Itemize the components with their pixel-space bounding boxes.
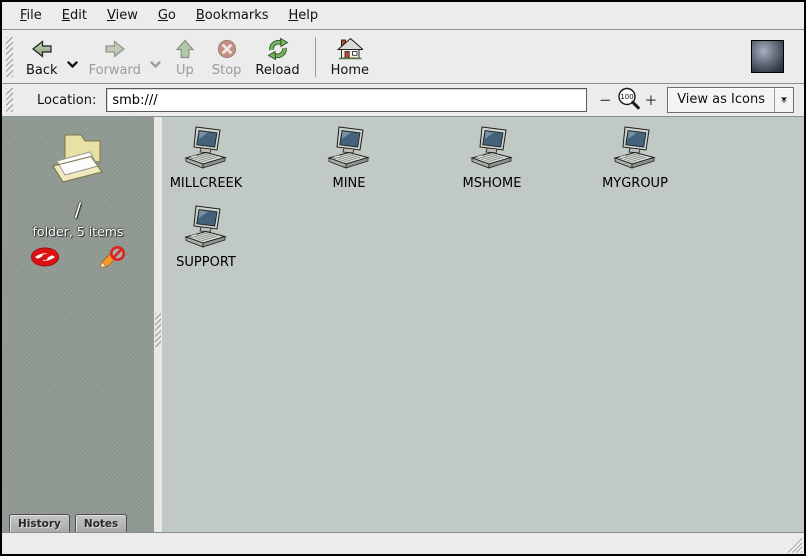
svg-text:100: 100 xyxy=(620,93,633,101)
menu-bookmarks[interactable]: Bookmarks xyxy=(186,4,279,27)
server-name-label: MYGROUP xyxy=(602,176,668,191)
server-name-label: MILLCREEK xyxy=(170,176,243,191)
no-write-emblem-icon xyxy=(100,246,126,272)
throbber-icon xyxy=(751,40,784,73)
location-bar-drag-handle[interactable] xyxy=(6,88,13,112)
location-label: Location: xyxy=(37,93,96,108)
computer-icon xyxy=(327,125,371,175)
computer-icon xyxy=(613,125,657,175)
reload-button[interactable]: Reload xyxy=(248,34,306,80)
stop-icon xyxy=(215,36,239,62)
up-button[interactable]: Up xyxy=(165,34,205,80)
menu-go[interactable]: Go xyxy=(148,4,186,27)
location-bar: Location: − 100 + View as Icons xyxy=(2,84,804,117)
location-input[interactable] xyxy=(106,88,587,112)
file-manager-window: File Edit View Go Bookmarks Help Back Fo… xyxy=(0,0,806,556)
computer-icon xyxy=(184,125,228,175)
back-button[interactable]: Back xyxy=(19,34,65,80)
back-arrow-icon xyxy=(30,36,54,62)
sidebar-tabs: History Notes xyxy=(9,514,127,532)
zoom-level-magnifier-icon[interactable]: 100 xyxy=(616,86,641,115)
toolbar-separator xyxy=(315,37,316,77)
content-area: / folder, 5 items xyxy=(2,117,804,532)
server-icon-grid: MILLCREEK xyxy=(162,125,804,270)
network-server-item[interactable]: MILLCREEK xyxy=(162,125,254,191)
emblem-row xyxy=(30,246,126,272)
computer-icon xyxy=(184,204,228,254)
pane-resize-handle[interactable] xyxy=(154,117,162,532)
view-mode-dropdown[interactable]: View as Icons xyxy=(667,87,794,113)
toolbar-drag-handle[interactable] xyxy=(6,37,13,77)
menu-edit[interactable]: Edit xyxy=(52,4,97,27)
folder-icon xyxy=(46,131,110,193)
pane-grip-icon xyxy=(155,313,161,347)
stop-button[interactable]: Stop xyxy=(205,34,249,80)
server-name-label: MSHOME xyxy=(463,176,522,191)
dropdown-arrow-icon xyxy=(774,88,793,112)
window-resize-grip-icon[interactable] xyxy=(785,538,802,553)
view-mode-label: View as Icons xyxy=(668,88,774,112)
sidebar-location-title: / xyxy=(75,199,81,221)
menu-bar: File Edit View Go Bookmarks Help xyxy=(2,2,804,30)
home-icon xyxy=(337,36,363,62)
up-arrow-icon xyxy=(173,36,197,62)
network-server-item[interactable]: SUPPORT xyxy=(162,204,254,270)
home-button[interactable]: Home xyxy=(324,34,376,80)
menu-view[interactable]: View xyxy=(97,4,148,27)
computer-icon xyxy=(470,125,514,175)
sidebar-panel: / folder, 5 items xyxy=(2,117,154,532)
network-server-item[interactable]: MYGROUP xyxy=(587,125,683,191)
network-server-item[interactable]: MINE xyxy=(301,125,397,191)
tab-notes[interactable]: Notes xyxy=(75,514,127,532)
sidebar-item-count: folder, 5 items xyxy=(33,224,124,239)
menu-file[interactable]: File xyxy=(10,4,52,27)
status-bar xyxy=(2,532,804,554)
tab-history[interactable]: History xyxy=(9,514,70,532)
server-name-label: MINE xyxy=(333,176,366,191)
icon-view: MILLCREEK xyxy=(162,117,804,532)
menu-help[interactable]: Help xyxy=(279,4,329,27)
zoom-in-icon[interactable]: + xyxy=(643,91,660,109)
forward-arrow-icon xyxy=(103,36,127,62)
toolbar: Back Forward Up Stop xyxy=(2,30,804,84)
zoom-controls: − 100 + xyxy=(597,86,659,115)
forward-history-chevron-icon xyxy=(150,61,161,68)
forward-button[interactable]: Forward xyxy=(82,34,148,80)
no-read-emblem-icon xyxy=(30,247,60,271)
zoom-out-icon[interactable]: − xyxy=(597,91,614,109)
reload-icon xyxy=(266,36,290,62)
server-name-label: SUPPORT xyxy=(176,255,236,270)
back-history-chevron-icon[interactable] xyxy=(67,61,78,68)
network-server-item[interactable]: MSHOME xyxy=(444,125,540,191)
